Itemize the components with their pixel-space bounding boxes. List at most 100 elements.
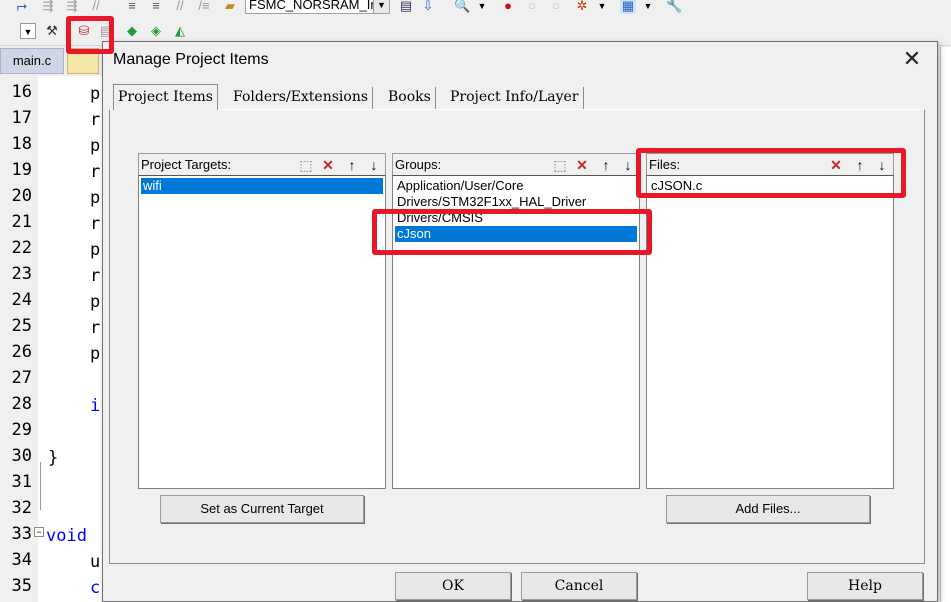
code-line-17: r xyxy=(90,110,101,130)
step-icon[interactable]: ⮣ xyxy=(14,0,30,14)
targets-label: Project Targets: xyxy=(141,157,232,172)
highlight-files-list xyxy=(636,148,906,198)
dialog-title: Manage Project Items xyxy=(113,51,269,68)
tab-main-c[interactable]: main.c xyxy=(0,48,64,74)
code-line-18: p xyxy=(90,136,101,156)
uncomment-icon[interactable]: // xyxy=(172,0,188,14)
line-number: 20 xyxy=(11,186,32,206)
move-down-icon[interactable]: ↓ xyxy=(619,156,637,174)
debug-icon[interactable]: 🔍 xyxy=(454,0,470,14)
code-line-19: r xyxy=(90,162,101,182)
line-number: 24 xyxy=(11,290,32,310)
close-icon[interactable]: ✕ xyxy=(901,48,923,70)
code-line-25: r xyxy=(90,318,101,338)
tab-project-info-layer[interactable]: Project Info/Layer xyxy=(446,87,584,109)
wrench-icon[interactable]: 🔧 xyxy=(666,0,682,14)
code-line-21: r xyxy=(90,214,101,234)
targets-listbox[interactable]: wifi xyxy=(138,175,386,489)
fold-collapse-icon[interactable]: − xyxy=(34,527,44,537)
code-line-26: p xyxy=(90,344,101,364)
code-line-20: p xyxy=(90,188,101,208)
chevron-down-icon[interactable]: ▼ xyxy=(594,0,610,14)
new-item-icon[interactable]: ⬚ xyxy=(551,156,569,174)
move-up-icon[interactable]: ↑ xyxy=(343,156,361,174)
targets-header: Project Targets: ⬚ ✕ ↑ ↓ xyxy=(138,153,386,175)
move-up-icon[interactable]: ↑ xyxy=(597,156,615,174)
highlight-manage-icon xyxy=(66,16,114,54)
tab-folders-extensions[interactable]: Folders/Extensions xyxy=(229,87,374,109)
window-icon[interactable]: ▦ xyxy=(620,0,636,14)
select-packs-icon[interactable]: ◆ xyxy=(124,23,140,39)
code-line-23: r xyxy=(90,266,101,286)
code-line-30: } xyxy=(48,448,59,468)
breakpoint-icon[interactable]: ● xyxy=(500,0,516,14)
line-number: 32 xyxy=(11,498,32,518)
folder-icon[interactable]: ▰ xyxy=(222,0,238,14)
chevron-down-icon[interactable]: ▼ xyxy=(20,23,36,39)
code-line-35: c xyxy=(90,578,101,598)
groups-header: Groups: ⬚ ✕ ↑ ↓ xyxy=(392,153,640,175)
line-number: 30 xyxy=(11,446,32,466)
breakpoint-empty-icon[interactable]: ○ xyxy=(524,0,540,14)
pack-installer-icon[interactable]: ◭ xyxy=(172,23,188,39)
move-down-icon[interactable]: ↓ xyxy=(365,156,383,174)
breakpoint-disabled-icon[interactable]: ○ xyxy=(548,0,564,14)
line-number: 23 xyxy=(11,264,32,284)
settings-icon[interactable]: ✲ xyxy=(574,0,590,14)
ok-button[interactable]: OK xyxy=(395,572,511,600)
fold-line xyxy=(40,462,41,510)
chevron-down-icon[interactable]: ▼ xyxy=(640,0,656,14)
line-number: 28 xyxy=(11,394,32,414)
code-line-34: u xyxy=(90,552,101,572)
code-line-33: void xyxy=(46,526,87,546)
code-line-28: i xyxy=(90,396,101,416)
line-number: 25 xyxy=(11,316,32,336)
chevron-down-icon[interactable]: ▼ xyxy=(373,0,389,13)
indent-icon-2[interactable]: ⇶ xyxy=(64,0,80,14)
line-number: 35 xyxy=(11,576,32,596)
line-number: 29 xyxy=(11,420,32,440)
line-number: 18 xyxy=(11,134,32,154)
project-combo[interactable]: FSMC_NORSRAM_Ir ▼ xyxy=(245,0,390,14)
project-combo-value: FSMC_NORSRAM_Ir xyxy=(249,0,375,12)
bookmark-icon[interactable]: ≡ xyxy=(124,0,140,14)
line-number: 34 xyxy=(11,550,32,570)
comment-icon[interactable]: // xyxy=(88,0,104,14)
indent-icon[interactable]: ⇶ xyxy=(40,0,56,14)
download-icon[interactable]: ⇩ xyxy=(420,0,436,14)
tab-project-items[interactable]: Project Items xyxy=(113,84,218,110)
group-item[interactable]: Application/User/Core xyxy=(395,178,637,194)
help-button[interactable]: Help xyxy=(807,572,923,600)
target-options-icon[interactable]: ⚒ xyxy=(44,23,60,39)
format-icon[interactable]: /≡ xyxy=(196,0,212,14)
add-files-button[interactable]: Add Files... xyxy=(666,495,870,523)
line-number: 31 xyxy=(11,472,32,492)
line-number: 33 xyxy=(11,524,32,544)
line-number: 19 xyxy=(11,160,32,180)
highlight-groups-selection xyxy=(372,209,652,255)
delete-icon[interactable]: ✕ xyxy=(319,156,337,174)
cancel-button[interactable]: Cancel xyxy=(521,572,637,600)
code-line-16: p xyxy=(90,84,101,104)
new-item-icon[interactable]: ⬚ xyxy=(297,156,315,174)
group-item[interactable]: Drivers/STM32F1xx_HAL_Driver xyxy=(395,194,637,210)
line-number: 17 xyxy=(11,108,32,128)
delete-icon[interactable]: ✕ xyxy=(573,156,591,174)
chevron-down-icon[interactable]: ▼ xyxy=(474,0,490,14)
tab-label: main.c xyxy=(12,53,52,68)
bookmark-icon-2[interactable]: ≡ xyxy=(148,0,164,14)
line-number: 27 xyxy=(11,368,32,388)
tab-books[interactable]: Books xyxy=(384,87,436,109)
line-number: 26 xyxy=(11,342,32,362)
manage-rte-icon[interactable]: ◈ xyxy=(148,23,164,39)
line-number: 22 xyxy=(11,238,32,258)
code-line-24: p xyxy=(90,292,101,312)
line-number: 16 xyxy=(11,82,32,102)
set-current-target-button[interactable]: Set as Current Target xyxy=(160,495,364,523)
line-number: 21 xyxy=(11,212,32,232)
editor-scrollbar[interactable] xyxy=(940,47,951,602)
target-item-wifi[interactable]: wifi xyxy=(141,178,383,194)
find-icon[interactable]: ▤ xyxy=(398,0,414,14)
ide-toolbar-top: ⮣ ⇶ ⇶ // ≡ ≡ // /≡ ▰ FSMC_NORSRAM_Ir ▼ ▤… xyxy=(0,0,951,16)
files-listbox[interactable]: cJSON.c xyxy=(646,175,894,489)
